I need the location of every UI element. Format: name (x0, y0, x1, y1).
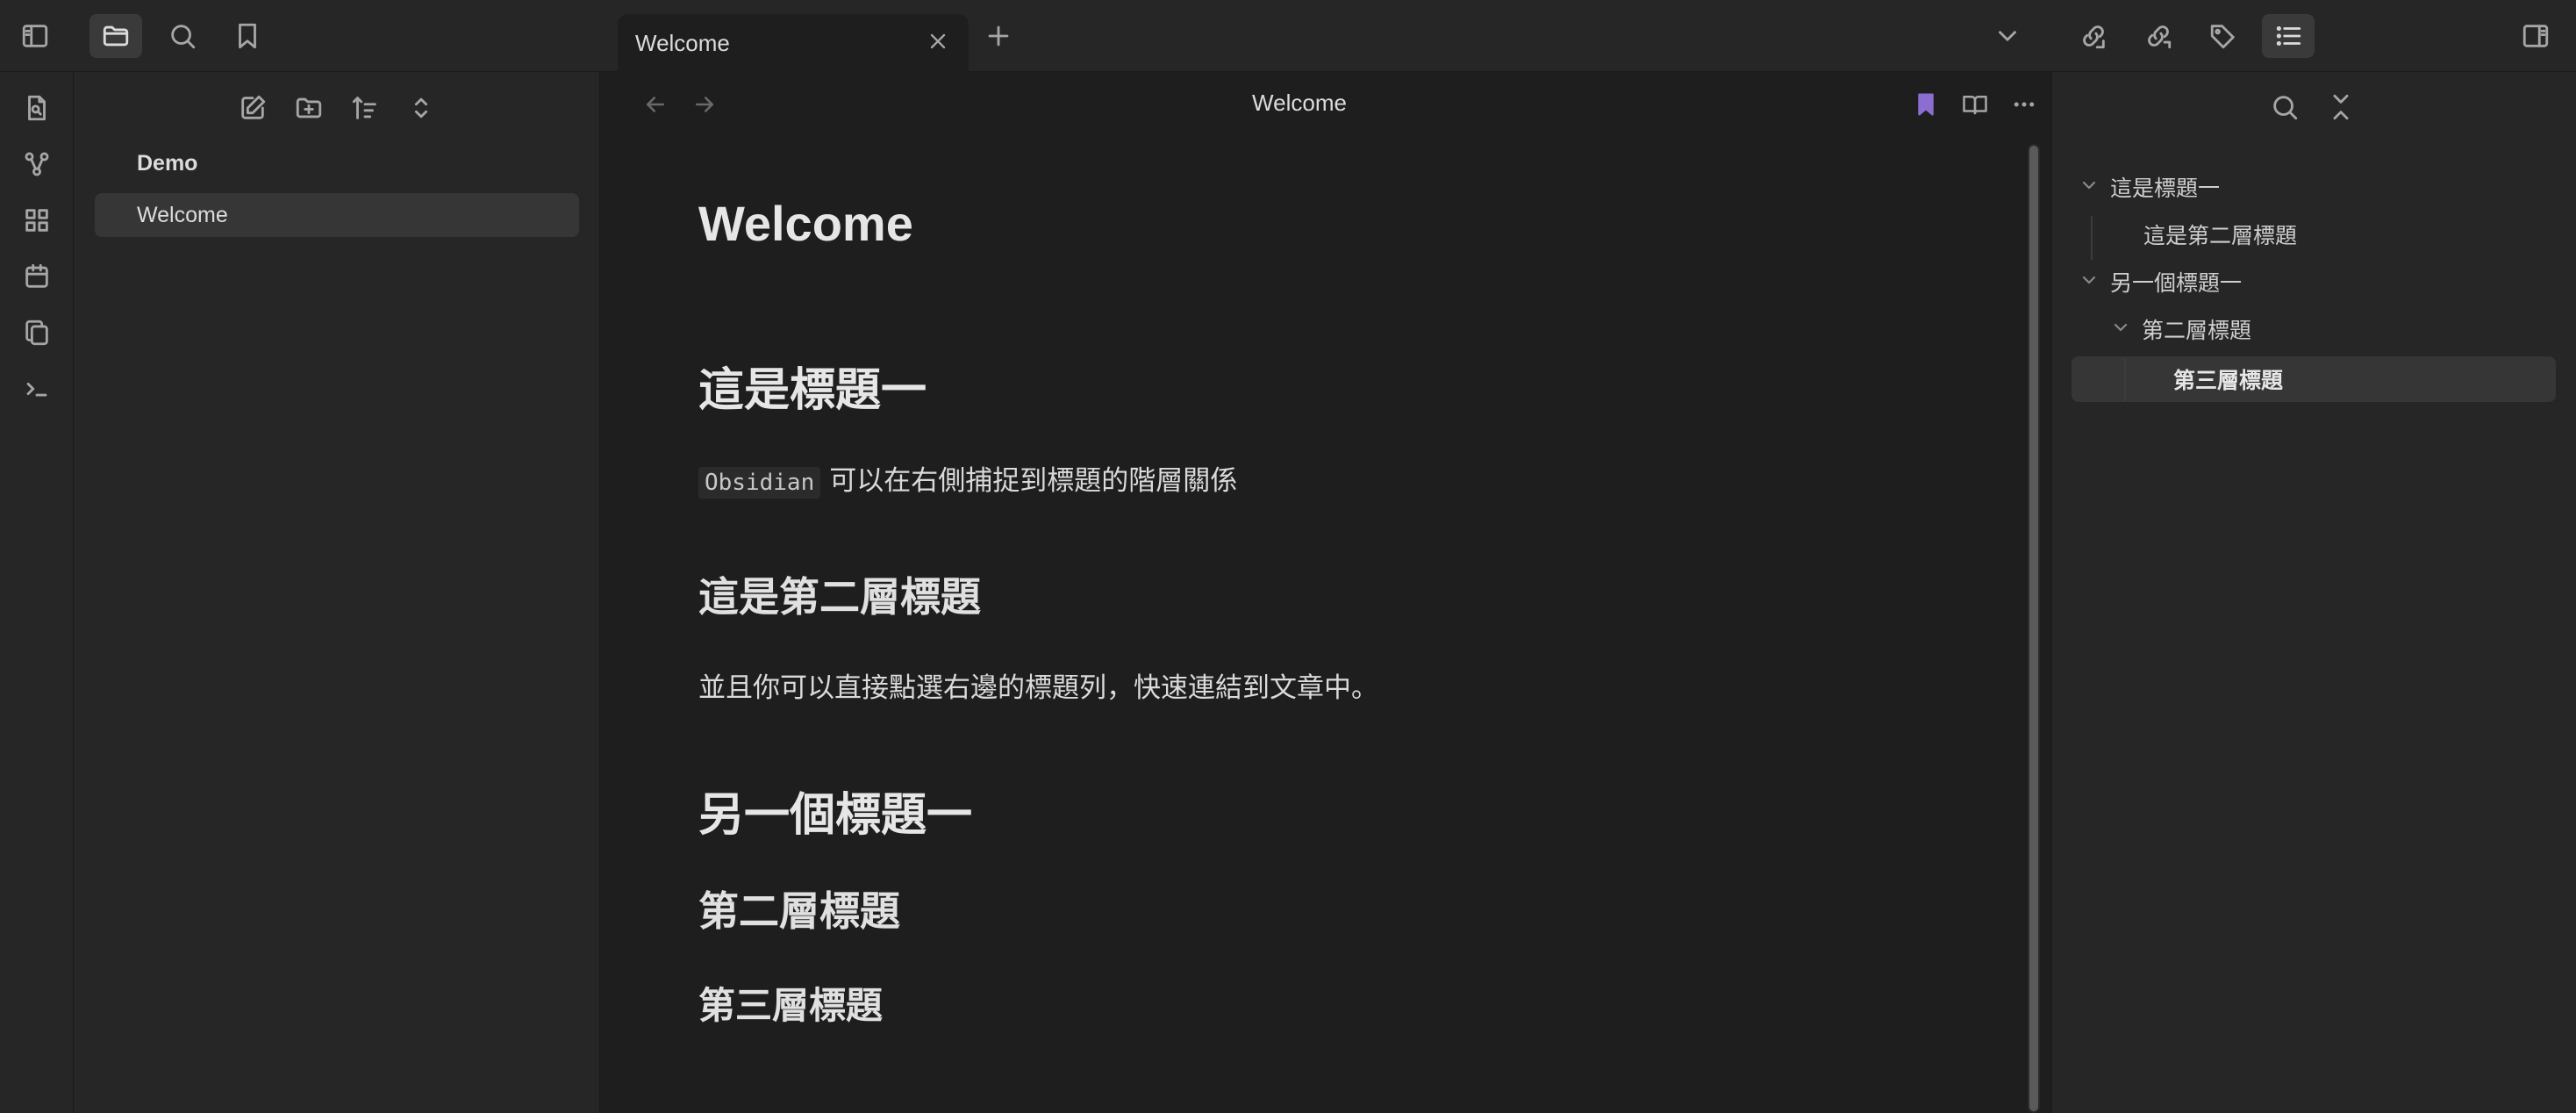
indent-guide (2091, 216, 2093, 260)
paragraph[interactable]: Obsidian 可以在右側捕捉到標題的階層關係 (698, 458, 1238, 499)
heading-1[interactable]: 這是標題一 (698, 353, 927, 419)
graph-icon[interactable] (11, 140, 63, 188)
tab-welcome[interactable]: Welcome (618, 14, 969, 72)
paragraph[interactable]: 並且你可以直接點選右邊的標題列，快速連結到文章中。 (698, 665, 1378, 705)
chevron-down-icon[interactable] (2079, 269, 2103, 294)
close-icon[interactable] (918, 21, 958, 61)
outline-selected-highlight (2072, 356, 2556, 402)
file-explorer: Demo Welcome (74, 72, 600, 1113)
outline-pane: 這是標題一 這是第二層標題 另一個標題一 第二層標題 第三層標題 (2051, 72, 2576, 1113)
sort-icon[interactable] (340, 86, 390, 130)
obsidian-app: Welcome Demo Welcome Welcome Welcome 這是標… (0, 0, 2576, 1113)
collapse-icon[interactable] (397, 86, 446, 130)
view-title[interactable]: Welcome (600, 90, 1999, 117)
outline-item[interactable]: 這是標題一 (2079, 165, 2220, 209)
inline-code: Obsidian (698, 467, 821, 499)
chevron-down-icon[interactable] (1981, 14, 2034, 58)
sidebar-right-icon[interactable] (2509, 14, 2562, 58)
indent-guide (2124, 358, 2126, 402)
file-item-welcome[interactable]: Welcome (95, 193, 579, 237)
canvas-icon[interactable] (11, 197, 63, 244)
outline-item[interactable]: 這是第二層標題 (2143, 212, 2297, 256)
heading-1[interactable]: 另一個標題一 (698, 778, 972, 844)
folder-icon[interactable] (89, 14, 142, 58)
scrollbar-thumb[interactable] (2029, 146, 2038, 1111)
new-tab-icon[interactable] (974, 16, 1023, 56)
outline-item-label: 第二層標題 (2142, 319, 2252, 343)
view-header: Welcome (600, 72, 2051, 137)
outline-item-label: 另一個標題一 (2110, 271, 2243, 296)
title-bar: Welcome (0, 0, 2576, 72)
outline-list-icon[interactable] (2262, 14, 2315, 58)
chevron-down-icon[interactable] (2079, 175, 2103, 199)
terminal-icon[interactable] (11, 365, 63, 413)
heading-2[interactable]: 第二層標題 (698, 880, 900, 937)
ribbon (0, 72, 74, 1113)
heading-2[interactable]: 這是第二層標題 (698, 565, 981, 623)
heading-3[interactable]: 第三層標題 (698, 976, 883, 1030)
tab-label: Welcome (635, 29, 730, 56)
reading-view-icon[interactable] (1953, 84, 1997, 125)
outline-item[interactable]: 第二層標題 (2110, 307, 2251, 351)
bookmark-icon[interactable] (221, 14, 274, 58)
file-search-icon[interactable] (11, 84, 63, 132)
copy-icon[interactable] (11, 309, 63, 356)
new-folder-icon[interactable] (284, 86, 333, 130)
outline-item-label: 這是標題一 (2110, 176, 2221, 201)
editor-pane: Welcome Welcome 這是標題一 Obsidian 可以在右側捕捉到標題… (600, 72, 2051, 1113)
chevron-down-icon[interactable] (2110, 317, 2135, 341)
sidebar-left-icon[interactable] (9, 14, 61, 58)
folder-title[interactable]: Demo (137, 151, 197, 176)
scrollbar[interactable] (2028, 144, 2040, 1113)
calendar-icon[interactable] (11, 253, 63, 300)
search-icon[interactable] (156, 14, 209, 58)
collapse-all-icon[interactable] (2319, 86, 2363, 128)
note-title[interactable]: Welcome (698, 195, 913, 252)
search-icon[interactable] (2263, 86, 2307, 128)
tags-icon[interactable] (2197, 14, 2250, 58)
outgoing-links-icon[interactable] (2132, 14, 2185, 58)
bookmark-icon[interactable] (1904, 84, 1948, 125)
outline-item[interactable]: 另一個標題一 (2079, 260, 2242, 304)
outline-item-selected[interactable]: 第三層標題 (2173, 357, 2283, 401)
backlinks-icon[interactable] (2067, 14, 2120, 58)
more-options-icon[interactable] (2002, 84, 2046, 125)
paragraph-text: 可以在右側捕捉到標題的階層關係 (829, 465, 1238, 496)
new-note-icon[interactable] (228, 86, 277, 130)
